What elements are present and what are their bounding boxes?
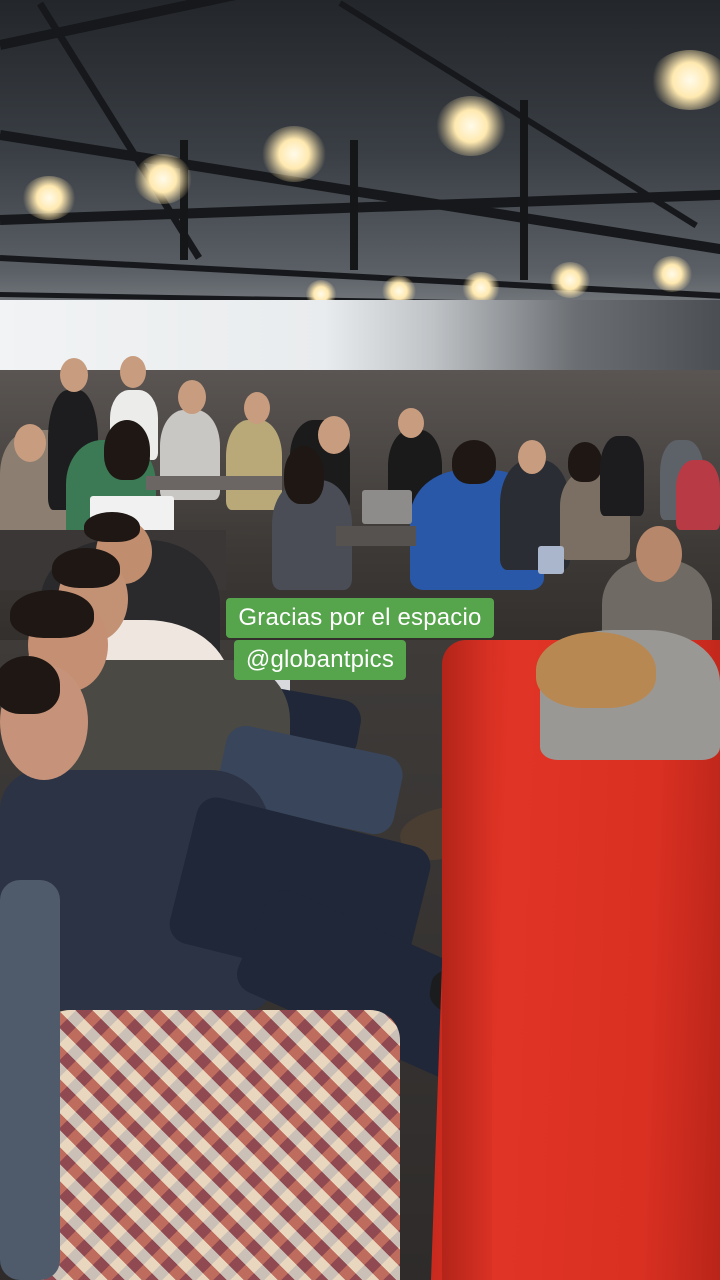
patterned-ottoman [40, 1010, 400, 1280]
audience-head [14, 424, 46, 462]
audience-member [226, 420, 282, 510]
audience-head [318, 416, 350, 454]
laptop [538, 546, 564, 574]
audience-hair [84, 512, 140, 542]
ceiling-truss [180, 140, 188, 260]
ceiling-light [262, 126, 326, 182]
audience-hair [568, 442, 602, 482]
ceiling-light [652, 256, 692, 292]
ceiling-truss [520, 100, 528, 280]
ceiling-light [436, 96, 506, 156]
ceiling-light [550, 262, 590, 298]
audience-head [244, 392, 270, 424]
caption-line-1: Gracias por el espacio [226, 598, 494, 638]
caption-line-2: @globantpics [233, 640, 407, 680]
ceiling-truss [350, 140, 358, 270]
audience-member [600, 436, 644, 516]
audience-member [676, 460, 720, 530]
audience-hair [284, 446, 324, 504]
story-caption: Gracias por el espacio @globantpics [0, 598, 720, 680]
ceiling-light [134, 154, 192, 204]
audience-hair [52, 548, 120, 588]
table [146, 476, 282, 490]
audience-head [178, 380, 206, 414]
foreground-leg [0, 880, 60, 1280]
audience-head [398, 408, 424, 438]
laptop [362, 490, 412, 524]
audience-hair [104, 420, 150, 480]
table [336, 526, 416, 546]
audience-hair [452, 440, 496, 484]
audience-head [60, 358, 88, 392]
red-sofa-arm [442, 640, 492, 1280]
audience-head [120, 356, 146, 388]
ceiling [0, 0, 720, 340]
ceiling-beam [0, 0, 720, 50]
ceiling-light [650, 50, 720, 110]
ceiling-light [22, 176, 76, 220]
story-photo: Gracias por el espacio @globantpics [0, 0, 720, 1280]
audience-head [636, 526, 682, 582]
audience-head [518, 440, 546, 474]
